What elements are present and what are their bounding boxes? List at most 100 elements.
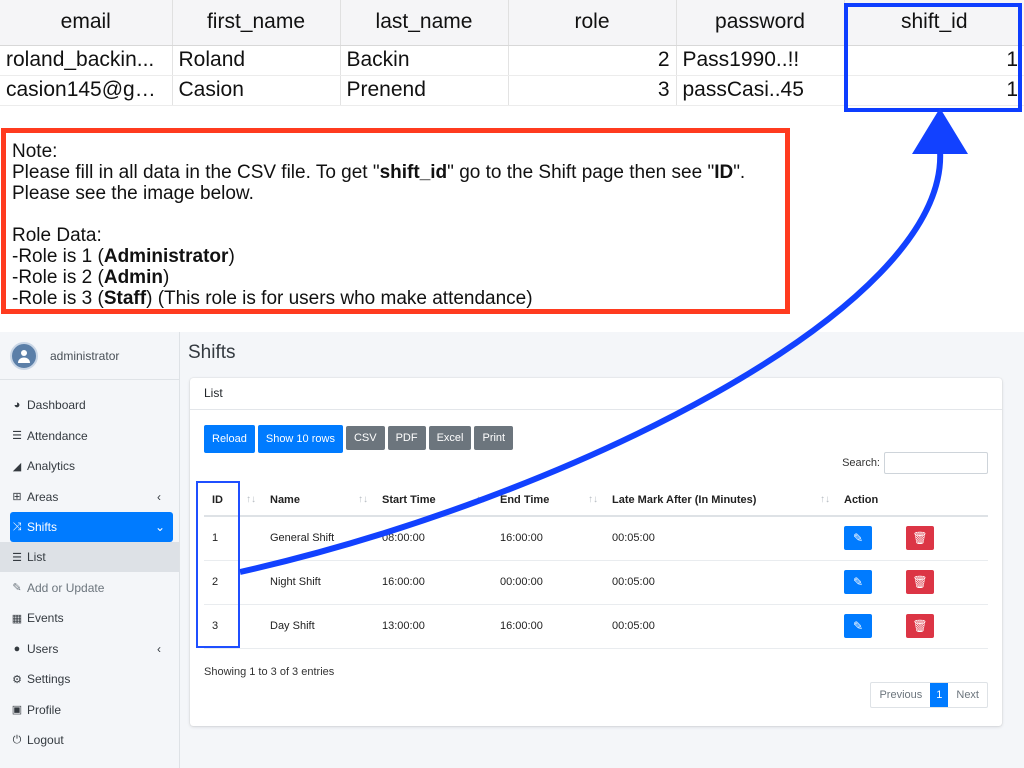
cell-name: Night Shift (262, 560, 374, 605)
edit-icon[interactable]: ✎ (844, 570, 872, 594)
calendar-icon: ▦ (11, 612, 23, 625)
list-card: List Reload Show 10 rows CSV PDF Excel P… (190, 378, 1002, 726)
cell-name: Day Shift (262, 604, 374, 649)
card-title: List (190, 378, 1002, 410)
cell-end-time: 00:00:00 (492, 560, 604, 605)
role-line: -Role is 3 (Staff) (This role is for use… (12, 288, 533, 309)
page-1-button[interactable]: 1 (930, 683, 949, 707)
id-card-icon: ▣ (11, 704, 23, 716)
show-rows-button[interactable]: Show 10 rows (257, 425, 343, 453)
csv-header: last_name (340, 0, 509, 46)
trash-icon[interactable]: 🗑 (906, 614, 934, 638)
sort-asc-icon: ↑↓ (246, 493, 256, 505)
chevron-down-icon: ⌄ (154, 520, 165, 534)
search-box: Search: (842, 452, 988, 474)
table-row: 3 Day Shift 13:00:00 16:00:00 00:05:00 ✎… (204, 604, 988, 649)
note-line: Please see the image below. (12, 183, 254, 204)
csv-cell: passCasi..45 (676, 75, 845, 106)
arrow-head-icon (912, 108, 968, 154)
cell-end-time: 16:00:00 (492, 516, 604, 561)
column-header-late-mark[interactable]: Late Mark After (In Minutes) ↑↓ (604, 484, 836, 517)
cell-end-time: 16:00:00 (492, 604, 604, 649)
sidebar-item-logout[interactable]: ⏻ Logout (0, 725, 179, 755)
column-header-action: Action (836, 484, 988, 517)
sort-icon: ↑↓ (588, 493, 598, 505)
user-icon: ● (13, 642, 21, 655)
trash-icon[interactable]: 🗑 (906, 570, 934, 594)
sidebar-item-events[interactable]: ▦ Events (0, 603, 179, 633)
shifts-table: ID ↑↓ Name ↑↓ Start Time ↑↓ End Time ↑↓ Late… (204, 484, 988, 649)
sidebar-item-dashboard[interactable]: ◕ Dashboard (0, 390, 179, 420)
cell-action: ✎ 🗑 (836, 604, 988, 649)
csv-header: role (508, 0, 677, 46)
shuffle-icon: ⤨ (12, 520, 22, 533)
sort-icon: ↑↓ (476, 493, 486, 505)
csv-cell: Prenend (340, 75, 509, 106)
pdf-button[interactable]: PDF (387, 426, 426, 450)
tachometer-icon: ◕ (13, 399, 21, 411)
role-line: -Role is 2 (Admin) (12, 267, 170, 288)
sidebar-item-analytics[interactable]: ◢ Analytics (0, 451, 179, 481)
cell-late-mark: 00:05:00 (604, 604, 836, 649)
role-title: Role Data: (12, 225, 102, 246)
cell-name: General Shift (262, 516, 374, 561)
sidebar-item-areas[interactable]: ⊞ Areas ‹ (0, 482, 179, 512)
sidebar: administrator ◕ Dashboard ☰ Attendance ◢ An… (0, 332, 180, 768)
previous-button[interactable]: Previous (871, 683, 930, 707)
sort-icon: ↑↓ (358, 493, 368, 505)
sidebar-item-settings[interactable]: ⚙ Settings (0, 664, 179, 694)
csv-header: password (676, 0, 845, 46)
edit-icon[interactable]: ✎ (844, 614, 872, 638)
app-screenshot: administrator ◕ Dashboard ☰ Attendance ◢ An… (0, 332, 1024, 768)
sidebar-item-shifts[interactable]: ⤨ Shifts ⌄ (10, 512, 173, 542)
note-line: Please fill in all data in the CSV file.… (12, 162, 746, 183)
cell-action: ✎ 🗑 (836, 560, 988, 605)
next-button[interactable]: Next (948, 683, 987, 707)
sidebar-item-attendance[interactable]: ☰ Attendance (0, 421, 179, 451)
column-header-end-time[interactable]: End Time ↑↓ (492, 484, 604, 517)
user-panel[interactable]: administrator (0, 332, 179, 380)
sidebar-item-list[interactable]: ☰ List (0, 542, 179, 572)
csv-cell: Pass1990..!! (676, 45, 845, 76)
shift-id-highlight (844, 3, 1022, 112)
note-box: Note: Please fill in all data in the CSV… (1, 128, 790, 314)
search-label: Search: (842, 457, 880, 469)
csv-cell: casion145@gm... (0, 75, 173, 106)
power-icon: ⏻ (12, 733, 22, 746)
csv-header: email (0, 0, 173, 46)
column-header-start-time[interactable]: Start Time ↑↓ (374, 484, 492, 517)
list-icon: ☰ (12, 551, 22, 564)
reload-button[interactable]: Reload (204, 425, 255, 453)
trash-icon[interactable]: 🗑 (906, 526, 934, 551)
cell-start-time: 08:00:00 (374, 516, 492, 561)
export-buttons: Reload Show 10 rows CSV PDF Excel Print (204, 425, 514, 453)
search-input[interactable] (884, 452, 988, 474)
id-column-highlight (196, 481, 240, 648)
sidebar-item-users[interactable]: ● Users ‹ (0, 634, 179, 664)
cell-start-time: 16:00:00 (374, 560, 492, 605)
excel-button[interactable]: Excel (428, 426, 472, 450)
cell-late-mark: 00:05:00 (604, 516, 836, 561)
table-row: 1 General Shift 08:00:00 16:00:00 00:05:… (204, 516, 988, 561)
csv-cell: Backin (340, 45, 509, 76)
username: administrator (50, 348, 120, 363)
csv-button[interactable]: CSV (345, 426, 385, 450)
note-spacer (12, 204, 779, 225)
database-icon: ☰ (12, 430, 22, 442)
cogs-icon: ⚙ (12, 673, 22, 686)
print-button[interactable]: Print (474, 426, 514, 450)
column-header-name[interactable]: Name ↑↓ (262, 484, 374, 517)
csv-cell: Roland (172, 45, 341, 76)
edit-icon[interactable]: ✎ (844, 526, 872, 551)
sidebar-nav: ◕ Dashboard ☰ Attendance ◢ Analytics ⊞ Areas… (0, 380, 179, 755)
table-row: 2 Night Shift 16:00:00 00:00:00 00:05:00… (204, 560, 988, 605)
sidebar-item-profile[interactable]: ▣ Profile (0, 695, 179, 725)
note-title: Note: (12, 141, 58, 162)
user-avatar-icon (10, 341, 38, 370)
sidebar-item-add-or-update[interactable]: ✎ Add or Update (0, 573, 179, 603)
csv-cell: roland_backin... (0, 45, 173, 76)
csv-header: first_name (172, 0, 341, 46)
cell-late-mark: 00:05:00 (604, 560, 836, 605)
csv-cell: 3 (508, 75, 677, 106)
role-line: -Role is 1 (Administrator) (12, 246, 235, 267)
